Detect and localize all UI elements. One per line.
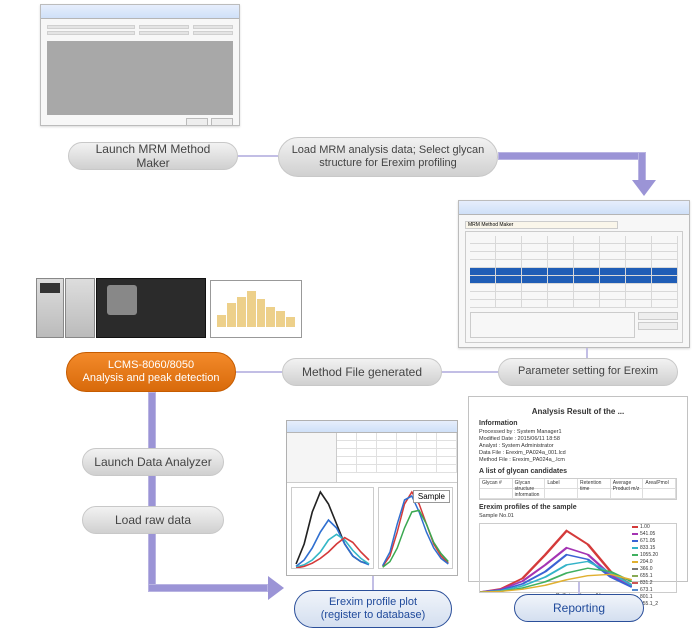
erexim-plot-left xyxy=(291,487,374,569)
load-raw-data-button[interactable]: Load raw data xyxy=(82,506,224,534)
lcms-analysis-button[interactable]: LCMS-8060/8050 Analysis and peak detecti… xyxy=(66,352,236,392)
window-mrm-method-maker xyxy=(40,4,240,126)
connector-icon xyxy=(238,155,278,157)
method-file-generated-button[interactable]: Method File generated xyxy=(282,358,442,386)
legend-item: 673.1 xyxy=(632,587,676,594)
lcms-instrument-icon xyxy=(36,278,302,338)
report-col-header: Label xyxy=(545,479,578,488)
report-info-line: Analyst : System Administrator xyxy=(479,443,677,450)
launch-mrm-method-maker-button[interactable]: Launch MRM Method Maker xyxy=(68,142,238,170)
report-info-line: Method File : Erexim_PA024a_.lcm xyxy=(479,457,677,464)
report-info-line: Processed by : System Manager1 xyxy=(479,429,677,436)
arrowhead-down-icon xyxy=(632,180,656,196)
report-col-header: Area/Pmol xyxy=(643,479,676,488)
legend-item: 204.0 xyxy=(632,559,676,566)
connector-icon xyxy=(372,576,374,590)
legend-item: 366.0 xyxy=(632,566,676,573)
legend-item: 1055.20 xyxy=(632,552,676,559)
arrowhead-right-icon xyxy=(268,576,284,600)
legend-item: 671.05 xyxy=(632,538,676,545)
window-titlebar xyxy=(287,421,457,433)
erexim-profile-plot-button[interactable]: Erexim profile plot (register to databas… xyxy=(294,590,452,628)
window-data-analyzer: Sample xyxy=(286,420,458,576)
legend-item: 831.2 xyxy=(632,580,676,587)
legend-item: 541.05 xyxy=(632,531,676,538)
erexim-plot-right: Sample xyxy=(378,487,453,569)
report-info-line: Modified Date : 2015/06/11 18:58 xyxy=(479,436,677,443)
report-col-header: Retention time xyxy=(578,479,611,488)
report-legend: 1.00541.05671.05833.151055.20204.0366.06… xyxy=(632,524,676,592)
launch-data-analyzer-button[interactable]: Launch Data Analyzer xyxy=(82,448,224,476)
report-candidates-heading: A list of glycan candidates xyxy=(479,468,567,475)
report-page: Analysis Result of the ... Information P… xyxy=(468,396,688,582)
preview-area-icon xyxy=(47,41,233,115)
window-titlebar xyxy=(41,5,239,19)
button-stub xyxy=(186,118,208,126)
report-info-heading: Information xyxy=(479,420,518,427)
reporting-button[interactable]: Reporting xyxy=(514,594,644,622)
report-col-header: Glycan # xyxy=(480,479,513,488)
connector-icon xyxy=(442,371,498,373)
connector-icon xyxy=(236,371,282,373)
load-mrm-data-button[interactable]: Load MRM analysis data; Select glycan st… xyxy=(278,137,498,177)
report-col-header: Average Product m/z xyxy=(611,479,644,488)
report-info-line: Data File : Erexim_PA024a_001.lcd xyxy=(479,450,677,457)
legend-item: 655.1 xyxy=(632,573,676,580)
connector-icon xyxy=(578,582,580,594)
window-parameter-setting: MRM Method Maker xyxy=(458,200,690,348)
legend-item: 833.15 xyxy=(632,545,676,552)
report-sample-label: Sample No.01 xyxy=(479,513,677,519)
connector-icon xyxy=(638,152,646,182)
connector-icon xyxy=(148,584,268,592)
button-stub xyxy=(211,118,233,126)
instrument-monitor-icon xyxy=(210,280,302,338)
connector-icon xyxy=(148,392,156,592)
window-titlebar xyxy=(459,201,689,215)
report-col-header: Glycan structure information xyxy=(513,479,546,488)
legend-item: 1.00 xyxy=(632,524,676,531)
report-title: Analysis Result of the ... xyxy=(479,407,677,416)
report-profile-heading: Erexim profiles of the sample xyxy=(479,504,577,511)
tab-label: MRM Method Maker xyxy=(465,221,618,229)
connector-icon xyxy=(498,152,646,160)
parameter-setting-button[interactable]: Parameter setting for Erexim xyxy=(498,358,678,386)
connector-icon xyxy=(586,348,588,358)
sample-label: Sample xyxy=(413,490,450,503)
